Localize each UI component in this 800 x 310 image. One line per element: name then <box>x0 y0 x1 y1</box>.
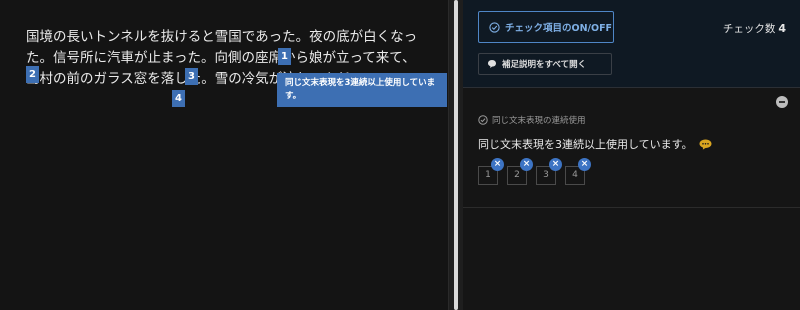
check-circle-icon <box>478 115 488 125</box>
issue-category-label: 同じ文末表現の連続使用 <box>492 116 586 126</box>
occurrence-chip-2[interactable]: 2 × <box>507 158 533 185</box>
check-count-label: チェック数 <box>722 23 776 35</box>
occurrence-chip-4[interactable]: 4 × <box>565 158 591 185</box>
issue-message-text: 同じ文末表現を3連続以上使用しています。 <box>478 138 693 151</box>
marker-2[interactable]: 2 <box>26 66 39 83</box>
marker-3[interactable]: 3 <box>185 68 198 85</box>
check-panel: チェック項目のON/OFF チェック数 4 補足説明をすべて開く 同じ文末表現の連… <box>463 0 800 310</box>
occurrence-number: 1 <box>485 170 491 180</box>
issue-category: 同じ文末表現の連続使用 <box>478 114 586 126</box>
check-count-value: 4 <box>778 22 786 35</box>
scrollbar-thumb[interactable] <box>454 0 458 310</box>
issue-card: 同じ文末表現の連続使用 同じ文末表現を3連続以上使用しています。 1 × 2 ×… <box>463 89 800 208</box>
occurrence-number: 2 <box>514 170 520 180</box>
comment-icon <box>488 60 496 68</box>
panel-header: チェック項目のON/OFF チェック数 4 補足説明をすべて開く <box>463 0 800 88</box>
occurrence-number: 3 <box>543 170 549 180</box>
occurrence-number: 4 <box>572 170 578 180</box>
close-icon[interactable]: × <box>578 158 591 171</box>
occurrence-chip-3[interactable]: 3 × <box>536 158 562 185</box>
issue-occurrences: 1 × 2 × 3 × 4 × <box>478 158 591 185</box>
occurrence-chip-1[interactable]: 1 × <box>478 158 504 185</box>
collapse-icon[interactable] <box>776 96 788 108</box>
marker-tooltip: 同じ文末表現を3連続以上使用しています。 <box>277 73 447 107</box>
close-icon[interactable]: × <box>520 158 533 171</box>
toggle-check-items-button[interactable]: チェック項目のON/OFF <box>478 11 614 43</box>
editor-pane[interactable]: 国境の長いトンネルを抜けると雪国であった。夜の底が白くなった。信号所に汽車が止ま… <box>0 0 448 310</box>
close-icon[interactable]: × <box>549 158 562 171</box>
toggle-check-items-label: チェック項目のON/OFF <box>505 23 613 34</box>
comment-icon[interactable] <box>699 139 712 150</box>
marker-1[interactable]: 1 <box>278 48 291 65</box>
check-count: チェック数 4 <box>723 21 786 36</box>
marker-4[interactable]: 4 <box>172 90 185 107</box>
expand-all-notes-button[interactable]: 補足説明をすべて開く <box>478 53 612 75</box>
expand-all-notes-label: 補足説明をすべて開く <box>502 60 587 70</box>
check-circle-icon <box>489 21 500 33</box>
close-icon[interactable]: × <box>491 158 504 171</box>
issue-message: 同じ文末表現を3連続以上使用しています。 <box>478 136 712 152</box>
